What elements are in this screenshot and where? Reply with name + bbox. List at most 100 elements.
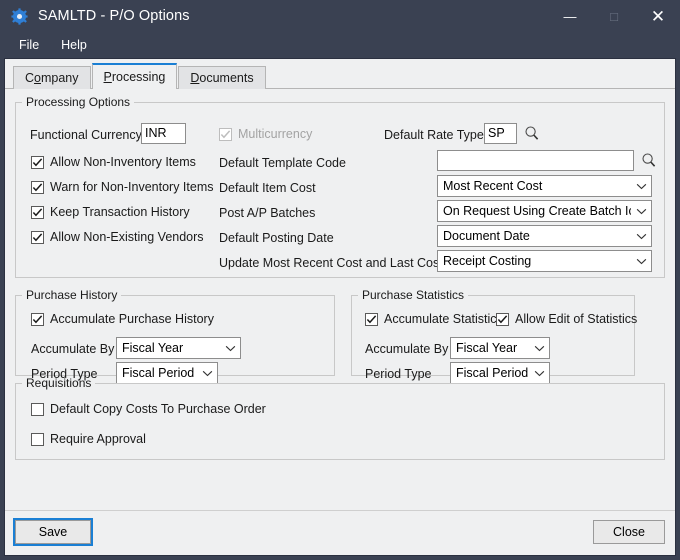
post-ap-batches-label: Post A/P Batches <box>219 206 316 220</box>
purchase-history-group: Purchase History Accumulate Purchase His… <box>15 288 335 384</box>
history-statistics-row: Purchase History Accumulate Purchase His… <box>15 288 665 384</box>
check-icon <box>32 182 43 191</box>
warn-for-non-inventory-items-checkbox[interactable]: Warn for Non-Inventory Items <box>31 180 213 194</box>
default-rate-type-label: Default Rate Type <box>384 128 484 142</box>
window-controls: — □ ✕ <box>548 0 680 32</box>
chevron-down-icon <box>220 345 240 352</box>
tab-processing[interactable]: Processing <box>91 63 178 90</box>
minimize-button[interactable]: — <box>548 0 592 32</box>
allow-non-inventory-items-label: Allow Non-Inventory Items <box>50 155 196 169</box>
check-icon <box>32 157 43 166</box>
keep-transaction-history-checkbox-box <box>31 205 44 219</box>
allow-non-existing-vendors-label: Allow Non-Existing Vendors <box>50 230 204 244</box>
footer-bar: Save Close <box>5 510 675 555</box>
purchase-statistics-group: Purchase Statistics Accumulate Statistic… <box>351 288 637 384</box>
post-ap-batches-combo[interactable]: On Request Using Create Batch Icon <box>437 200 652 222</box>
default-posting-date-combo[interactable]: Document Date <box>437 225 652 247</box>
maximize-button[interactable]: □ <box>592 0 636 32</box>
allow-non-existing-vendors-checkbox-box <box>31 230 44 244</box>
tab-company-label: Company <box>25 71 79 85</box>
tab-processing-label: Processing <box>103 70 166 84</box>
multicurrency-label: Multicurrency <box>238 127 313 141</box>
default-template-code-finder-icon[interactable] <box>641 152 657 168</box>
check-icon <box>497 314 508 323</box>
default-posting-date-value: Document Date <box>443 229 530 243</box>
chevron-down-icon <box>631 183 651 190</box>
post-ap-batches-value: On Request Using Create Batch Icon <box>443 204 631 218</box>
functional-currency-label: Functional Currency <box>30 128 142 142</box>
chevron-down-icon <box>631 258 651 265</box>
allow-edit-of-statistics-checkbox-box <box>496 312 509 326</box>
window-title: SAMLTD - P/O Options <box>38 8 190 24</box>
require-approval-label: Require Approval <box>50 432 146 446</box>
default-item-cost-label: Default Item Cost <box>219 181 316 195</box>
tab-strip: Company Processing Documents <box>5 59 675 90</box>
close-button[interactable]: Close <box>593 520 665 544</box>
check-icon <box>32 232 43 241</box>
warn-for-non-inventory-items-label: Warn for Non-Inventory Items <box>50 180 214 194</box>
keep-transaction-history-label: Keep Transaction History <box>50 205 190 219</box>
tab-company[interactable]: Company <box>13 66 91 89</box>
default-copy-costs-label: Default Copy Costs To Purchase Order <box>50 402 266 416</box>
allow-non-existing-vendors-checkbox[interactable]: Allow Non-Existing Vendors <box>31 230 204 244</box>
accumulate-statistics-checkbox[interactable]: Accumulate Statistics <box>365 312 503 326</box>
menu-item-help[interactable]: Help <box>50 35 98 55</box>
statistics-accumulate-by-combo[interactable]: Fiscal Year <box>450 337 550 359</box>
allow-non-inventory-items-checkbox-box <box>31 155 44 169</box>
statistics-accumulate-by-label: Accumulate By <box>365 342 449 356</box>
close-window-button[interactable]: ✕ <box>636 0 680 32</box>
processing-options-legend: Processing Options <box>26 95 131 109</box>
default-template-code-input[interactable] <box>437 150 634 171</box>
title-bar: SAMLTD - P/O Options — □ ✕ <box>0 0 680 32</box>
allow-non-inventory-items-checkbox[interactable]: Allow Non-Inventory Items <box>31 155 196 169</box>
purchase-statistics-legend: Purchase Statistics <box>362 288 465 302</box>
keep-transaction-history-checkbox[interactable]: Keep Transaction History <box>31 205 190 219</box>
statistics-accumulate-by-value: Fiscal Year <box>456 341 518 355</box>
tab-documents-label: Documents <box>190 71 254 85</box>
accumulate-statistics-checkbox-box <box>365 312 378 326</box>
default-rate-type-finder-icon[interactable] <box>524 125 540 141</box>
purchase-history-legend: Purchase History <box>26 288 118 302</box>
require-approval-checkbox-box <box>31 432 44 446</box>
check-icon <box>220 129 231 138</box>
tab-panel-processing: Processing Options Functional Currency I… <box>5 89 675 510</box>
menu-bar: File Help <box>0 32 680 58</box>
default-item-cost-combo[interactable]: Most Recent Cost <box>437 175 652 197</box>
save-button[interactable]: Save <box>13 518 93 546</box>
tab-documents[interactable]: Documents <box>178 66 266 89</box>
accumulate-purchase-history-checkbox-box <box>31 312 44 326</box>
accumulate-purchase-history-checkbox[interactable]: Accumulate Purchase History <box>31 312 214 326</box>
update-most-recent-cost-value: Receipt Costing <box>443 254 532 268</box>
gear-icon <box>10 7 28 25</box>
default-copy-costs-checkbox-box <box>31 402 44 416</box>
history-accumulate-by-value: Fiscal Year <box>122 341 184 355</box>
multicurrency-checkbox-box <box>219 127 232 141</box>
history-accumulate-by-label: Accumulate By <box>31 342 115 356</box>
default-item-cost-value: Most Recent Cost <box>443 179 543 193</box>
accumulate-statistics-label: Accumulate Statistics <box>384 312 503 326</box>
default-copy-costs-checkbox[interactable]: Default Copy Costs To Purchase Order <box>31 402 266 416</box>
allow-edit-of-statistics-checkbox[interactable]: Allow Edit of Statistics <box>496 312 637 326</box>
require-approval-checkbox[interactable]: Require Approval <box>31 432 146 446</box>
update-most-recent-cost-combo[interactable]: Receipt Costing <box>437 250 652 272</box>
allow-edit-of-statistics-label: Allow Edit of Statistics <box>515 312 638 326</box>
check-icon <box>32 207 43 216</box>
requisitions-legend: Requisitions <box>26 376 92 390</box>
functional-currency-value: INR <box>141 123 186 144</box>
check-icon <box>32 314 43 323</box>
po-options-window: SAMLTD - P/O Options — □ ✕ File Help Com… <box>0 0 680 560</box>
default-rate-type-value: SP <box>484 123 517 144</box>
client-area: Company Processing Documents Processing … <box>4 58 676 556</box>
accumulate-purchase-history-label: Accumulate Purchase History <box>50 312 214 326</box>
requisitions-group: Requisitions Default Copy Costs To Purch… <box>15 376 665 460</box>
chevron-down-icon <box>631 233 651 240</box>
history-accumulate-by-combo[interactable]: Fiscal Year <box>116 337 241 359</box>
multicurrency-checkbox: Multicurrency <box>219 127 312 141</box>
menu-item-file[interactable]: File <box>8 35 50 55</box>
chevron-down-icon <box>631 208 651 215</box>
default-posting-date-label: Default Posting Date <box>219 231 334 245</box>
default-template-code-label: Default Template Code <box>219 156 346 170</box>
warn-for-non-inventory-items-checkbox-box <box>31 180 44 194</box>
check-icon <box>366 314 377 323</box>
update-most-recent-cost-label: Update Most Recent Cost and Last Cost At <box>219 256 458 270</box>
